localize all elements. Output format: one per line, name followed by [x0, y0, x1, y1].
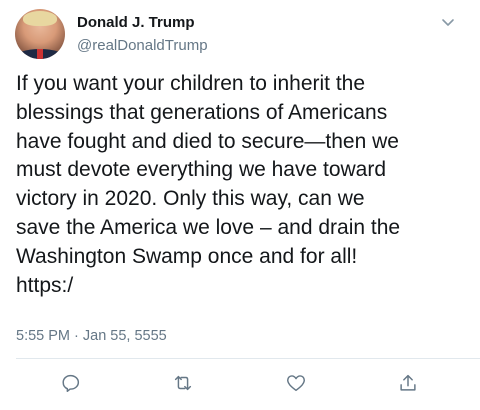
chevron-down-icon[interactable]: [438, 12, 458, 32]
reply-icon: [62, 374, 80, 392]
share-button[interactable]: [397, 372, 421, 396]
tweet-timestamp[interactable]: 5:55 PM · Jan 55, 5555: [16, 328, 167, 344]
display-name[interactable]: Donald J. Trump: [77, 14, 195, 31]
share-icon: [400, 374, 416, 391]
like-button[interactable]: [285, 372, 309, 396]
tweet-line: blessings that generations of Americans: [16, 100, 388, 124]
avatar[interactable]: [15, 9, 65, 59]
tweet-line: If you want your children to inherit the: [16, 72, 366, 95]
retweet-button[interactable]: [172, 372, 196, 396]
reply-button[interactable]: [60, 372, 84, 396]
tweet-line: victory in 2020. Only this way, can we: [16, 187, 365, 211]
tweet-line: have fought and died to secure—then we: [16, 129, 399, 153]
tweet-text: If you want your children to inherit the…: [16, 70, 470, 300]
retweet-icon: [174, 375, 192, 391]
divider: [16, 358, 480, 359]
tweet-line: must devote everything we have toward: [16, 158, 387, 182]
tweet-line: save the America we love – and drain the: [16, 215, 401, 239]
like-icon: [287, 375, 305, 392]
user-handle[interactable]: @realDonaldTrump: [77, 37, 208, 54]
tweet-link[interactable]: https:/: [16, 272, 470, 301]
tweet-line: Washington Swamp once and for all!: [16, 244, 358, 268]
